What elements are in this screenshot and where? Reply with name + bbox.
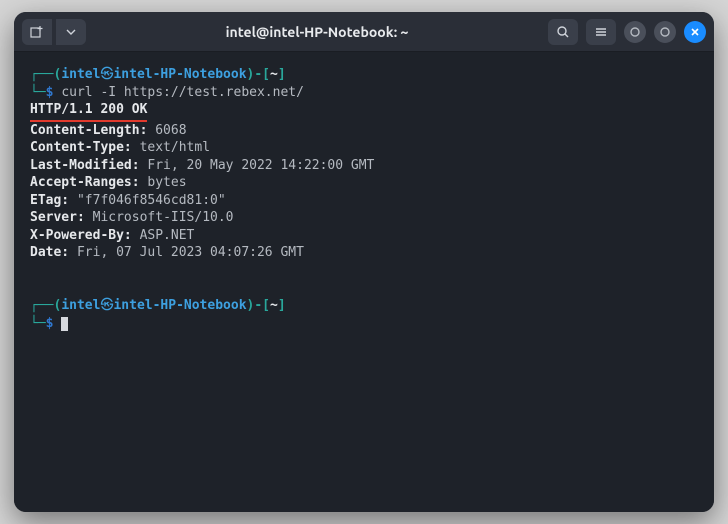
chevron-down-icon [66,27,76,37]
maximize-icon [660,27,670,37]
header-row: Content-Type: text/html [30,140,210,155]
header-row: Date: Fri, 07 Jul 2023 04:07:26 GMT [30,245,304,260]
header-row: Last-Modified: Fri, 20 May 2022 14:22:00… [30,158,374,173]
http-status-line: HTTP/1.1 200 OK [30,101,147,122]
header-row: Content-Length: 6068 [30,123,187,138]
header-row: X-Powered-By: ASP.NET [30,228,194,243]
terminal-content[interactable]: ┌──(intel㉿intel-HP-Notebook)-[~] └─$ cur… [14,52,714,512]
command-text: curl -I https://test.rebex.net/ [61,85,304,100]
minimize-button[interactable] [624,21,646,43]
titlebar-right-controls [548,19,706,45]
maximize-button[interactable] [654,21,676,43]
prompt-line-1: ┌──(intel㉿intel-HP-Notebook)-[~] [30,67,286,82]
titlebar: intel@intel-HP-Notebook: ~ [14,12,714,52]
prompt-line-2: ┌──(intel㉿intel-HP-Notebook)-[~] [30,298,286,313]
close-icon [690,27,700,37]
search-icon [556,25,570,39]
terminal-window: intel@intel-HP-Notebook: ~ ┌──(intel㉿int… [14,12,714,512]
close-button[interactable] [684,21,706,43]
hamburger-menu-button[interactable] [586,19,616,45]
search-button[interactable] [548,19,578,45]
titlebar-left-controls [22,19,86,45]
window-title: intel@intel-HP-Notebook: ~ [94,24,540,40]
cursor [61,317,68,331]
header-row: ETag: "f7f046f8546cd81:0" [30,193,226,208]
header-row: Server: Microsoft-IIS/10.0 [30,210,234,225]
new-tab-button[interactable] [22,19,52,45]
tab-menu-button[interactable] [56,19,86,45]
new-tab-icon [30,25,44,39]
hamburger-icon [594,25,608,39]
header-row: Accept-Ranges: bytes [30,175,187,190]
minimize-icon [630,27,640,37]
command-line-1: └─$ curl -I https://test.rebex.net/ [30,85,304,100]
command-line-2: └─$ [30,316,68,331]
